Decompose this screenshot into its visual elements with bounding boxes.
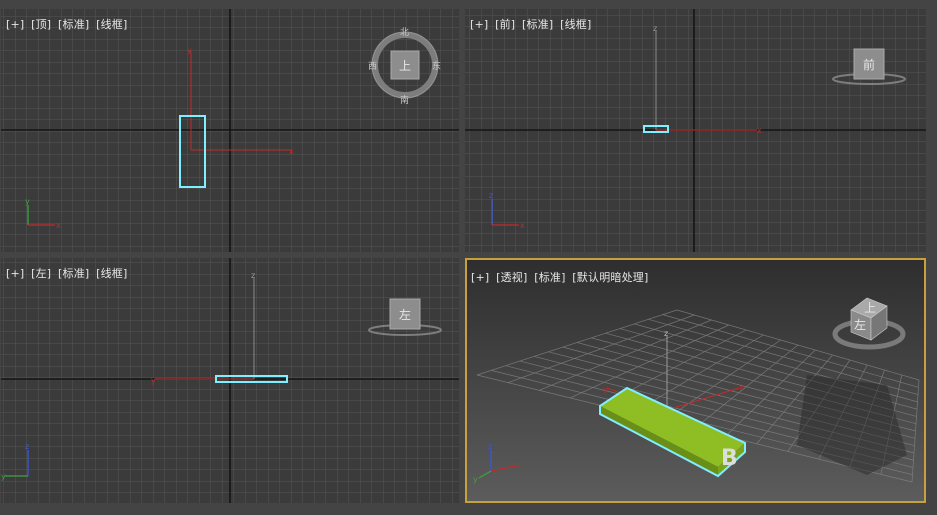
svg-text:前: 前 — [863, 57, 875, 72]
viewport-mode-label[interactable]: [默认明暗处理] — [572, 271, 648, 284]
svg-text:x: x — [520, 221, 525, 230]
svg-text:y: y — [151, 376, 156, 385]
viewport-perspective-canvas[interactable]: z x y B 左 上 z x y — [467, 260, 924, 501]
viewport-front[interactable]: z x 前 z x [+] [前] [标准] [线框] — [465, 9, 926, 252]
svg-text:y: y — [473, 475, 478, 484]
svg-text:x: x — [757, 126, 762, 135]
viewport-front-label: [+] [前] [标准] [线框] — [470, 16, 594, 32]
viewport-menu-plus[interactable]: [+] — [471, 271, 489, 284]
svg-text:z: z — [488, 442, 492, 451]
svg-text:上: 上 — [399, 59, 411, 73]
viewport-view-label[interactable]: [左] — [31, 267, 51, 280]
svg-text:z: z — [489, 191, 493, 200]
viewport-view-label[interactable]: [透视] — [496, 271, 527, 284]
viewport-shading-label[interactable]: [标准] — [58, 267, 89, 280]
viewport-menu-plus[interactable]: [+] — [470, 18, 488, 31]
svg-text:x: x — [56, 221, 61, 230]
svg-text:东: 东 — [432, 60, 441, 72]
svg-text:西: 西 — [368, 61, 377, 72]
viewport-view-label[interactable]: [前] — [495, 18, 515, 31]
svg-text:y: y — [1, 472, 6, 481]
svg-text:x: x — [739, 383, 744, 392]
viewport-menu-plus[interactable]: [+] — [6, 267, 24, 280]
svg-text:南: 南 — [400, 94, 409, 106]
viewport-perspective[interactable]: z x y B 左 上 z x y [+] [透视] [标准] [默认明暗处理] — [465, 258, 926, 503]
svg-text:x: x — [289, 147, 294, 156]
viewport-mode-label[interactable]: [线框] — [96, 267, 127, 280]
cursor-label: B — [721, 446, 738, 471]
viewport-shading-label[interactable]: [标准] — [58, 18, 89, 31]
viewport-left-label: [+] [左] [标准] [线框] — [6, 265, 130, 281]
svg-text:z: z — [664, 329, 668, 338]
svg-text:z: z — [653, 24, 657, 33]
viewport-mode-label[interactable]: [线框] — [96, 18, 127, 31]
viewport-front-canvas[interactable]: z x 前 z x — [465, 9, 926, 252]
svg-text:北: 北 — [400, 27, 409, 38]
viewport-left-canvas[interactable]: z y 左 z y — [1, 258, 459, 503]
svg-text:z: z — [251, 271, 255, 280]
viewport-shading-label[interactable]: [标准] — [522, 18, 553, 31]
svg-text:左: 左 — [854, 317, 866, 332]
svg-text:y: y — [603, 385, 608, 394]
viewport-top-label: [+] [顶] [标准] [线框] — [6, 16, 130, 32]
viewport-view-label[interactable]: [顶] — [31, 18, 51, 31]
svg-text:y: y — [25, 197, 30, 206]
viewport-top-canvas[interactable]: y x 上 北 南 东 西 y x — [1, 9, 459, 252]
viewport-menu-plus[interactable]: [+] — [6, 18, 24, 31]
viewport-perspective-label: [+] [透视] [标准] [默认明暗处理] — [471, 269, 651, 285]
viewport-top[interactable]: y x 上 北 南 东 西 y x [+] [顶] [标准] [线框] — [1, 9, 459, 252]
viewport-mode-label[interactable]: [线框] — [560, 18, 591, 31]
svg-text:y: y — [187, 46, 192, 55]
viewport-left[interactable]: z y 左 z y [+] [左] [标准] [线框] — [1, 258, 459, 503]
viewport-shading-label[interactable]: [标准] — [534, 271, 565, 284]
svg-text:z: z — [25, 442, 29, 451]
svg-text:x: x — [516, 461, 521, 470]
svg-text:上: 上 — [864, 301, 876, 315]
svg-text:左: 左 — [399, 307, 411, 322]
